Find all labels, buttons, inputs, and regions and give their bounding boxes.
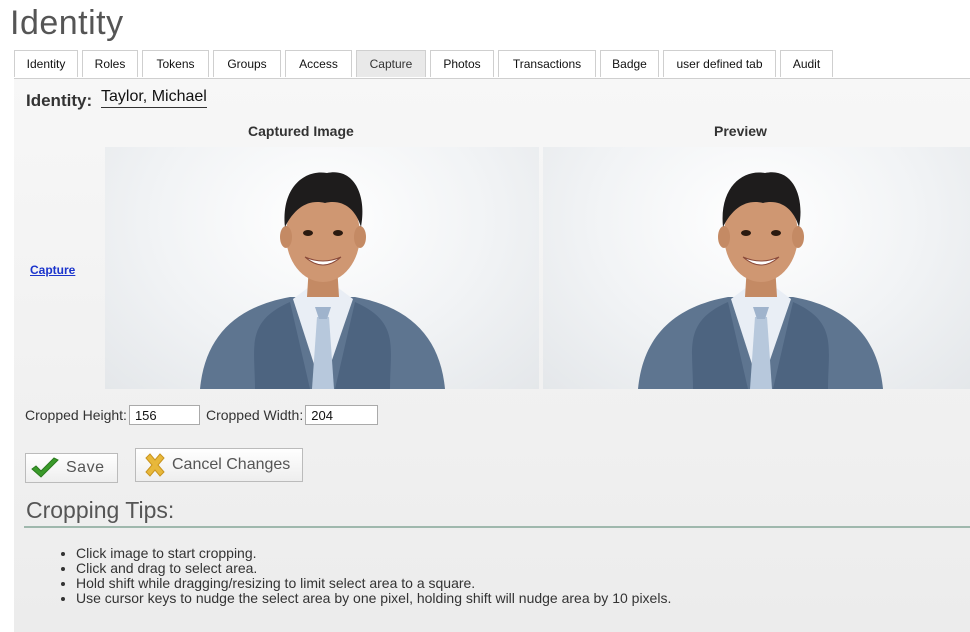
cropped-height-label: Cropped Height: [25,407,127,423]
cropped-width-input[interactable] [305,405,379,425]
preview-portrait [638,172,883,389]
tips-divider [24,526,970,528]
checkmark-icon [30,457,60,479]
tab-audit[interactable]: Audit [780,50,833,77]
crop-dimensions-row: Cropped Height: Cropped Width: [25,405,384,425]
save-button[interactable]: Save [25,453,118,483]
page-title: Identity [10,4,124,42]
list-item: Hold shift while dragging/resizing to li… [76,576,671,591]
tab-roles[interactable]: Roles [82,50,138,77]
tab-access[interactable]: Access [285,50,352,77]
tab-groups[interactable]: Groups [213,50,281,77]
save-button-label: Save [66,459,105,476]
tab-user-defined[interactable]: user defined tab [663,50,776,77]
preview-image [543,147,970,389]
tab-identity[interactable]: Identity [14,50,78,77]
captured-image-heading: Captured Image [248,123,354,139]
cancel-changes-button[interactable]: Cancel Changes [135,448,303,482]
list-item: Click and drag to select area. [76,561,671,576]
cropped-height-input[interactable] [128,405,200,425]
tab-capture[interactable]: Capture [356,50,426,77]
preview-heading: Preview [714,123,767,139]
identity-label: Identity: [26,91,93,110]
capture-link[interactable]: Capture [30,263,75,277]
cancel-button-label: Cancel Changes [172,456,291,473]
list-item: Click image to start cropping. [76,546,671,561]
tab-photos[interactable]: Photos [430,50,494,77]
captured-image[interactable] [105,147,539,389]
tab-badge[interactable]: Badge [600,50,659,77]
cancel-x-icon [142,452,168,478]
captured-portrait [200,172,445,389]
tab-transactions[interactable]: Transactions [498,50,596,77]
tab-bar: Identity Roles Tokens Groups Access Capt… [14,50,837,78]
identity-name: Taylor, Michael [101,88,207,108]
cropping-tips-list: Click image to start cropping. Click and… [34,546,671,606]
cropped-width-label: Cropped Width: [205,407,304,423]
tab-tokens[interactable]: Tokens [142,50,209,77]
cropping-tips-heading: Cropping Tips: [26,497,175,523]
list-item: Use cursor keys to nudge the select area… [76,591,671,606]
capture-panel: Identity: Taylor, Michael Captured Image… [14,78,970,632]
